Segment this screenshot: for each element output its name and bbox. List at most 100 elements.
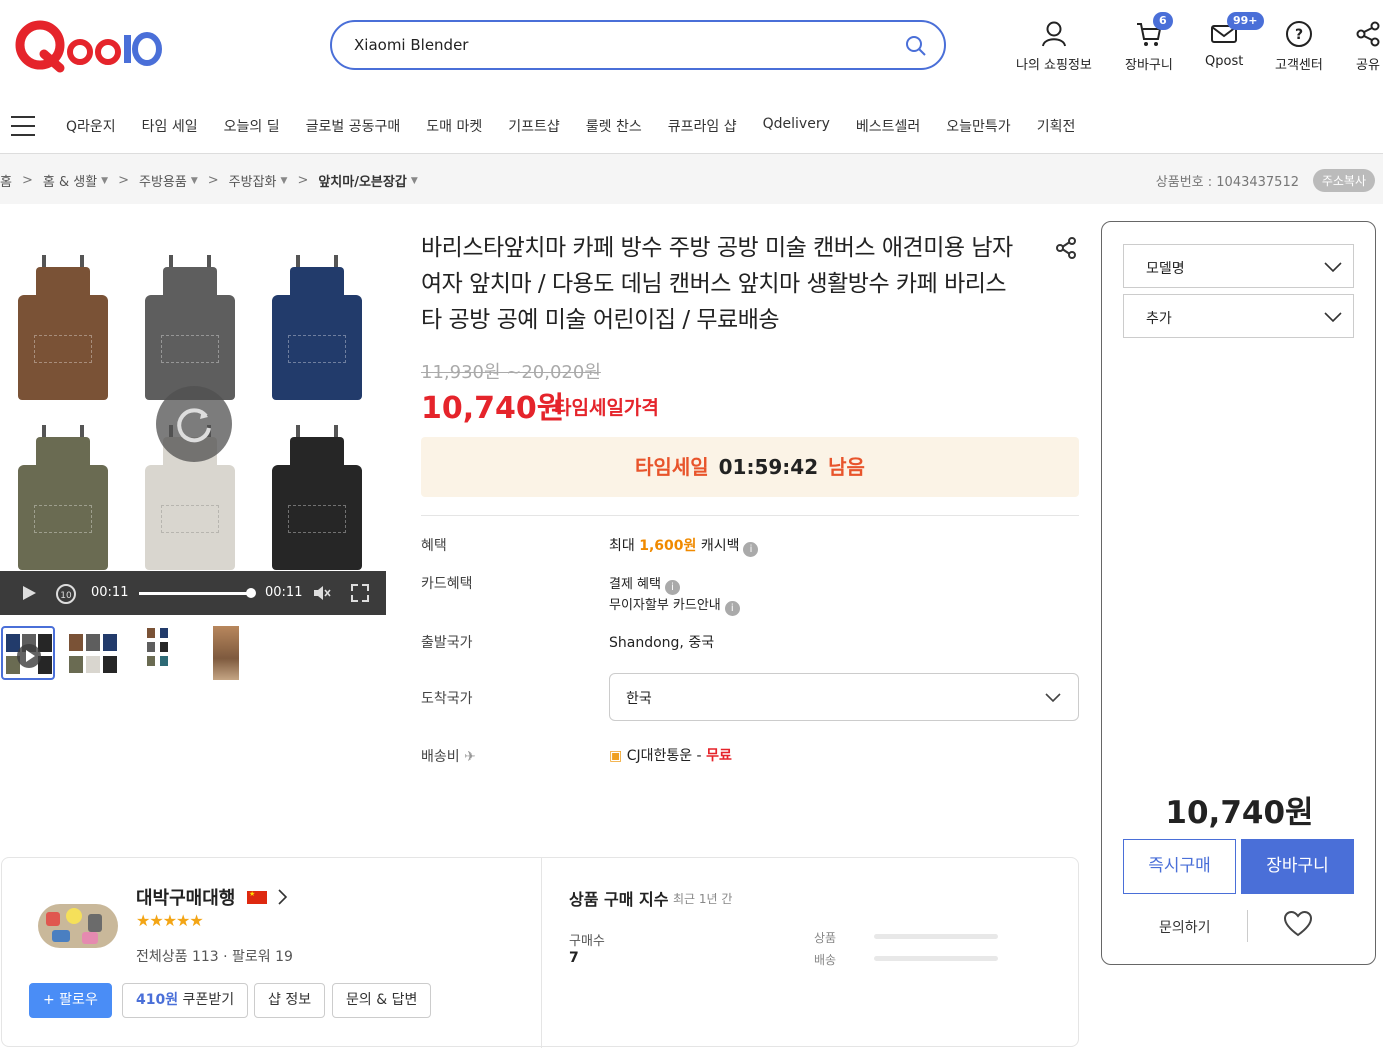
- product-score-bar: [874, 934, 998, 939]
- option-select-model[interactable]: 모델명: [1123, 244, 1354, 288]
- follow-button[interactable]: + 팔로우: [29, 983, 112, 1018]
- share-icon[interactable]: [1055, 236, 1077, 260]
- info-icon[interactable]: i: [724, 601, 740, 616]
- video-current-time: 00:11: [91, 585, 129, 600]
- thumbnail-4[interactable]: [199, 626, 253, 680]
- option-model-label: 모델명: [1146, 261, 1185, 277]
- nav-item-roulette[interactable]: 룰렛 찬스: [586, 116, 642, 136]
- breadcrumb-home-living[interactable]: 홈 & 생활: [43, 171, 97, 190]
- timesale-label: 타임세일: [635, 455, 709, 479]
- nav-item-qdelivery[interactable]: Qdelivery: [763, 116, 830, 136]
- airplane-icon: ✈: [464, 749, 476, 765]
- qna-button[interactable]: 문의 & 답변: [332, 983, 432, 1018]
- option-select-extra[interactable]: 추가: [1123, 294, 1354, 338]
- shipping-carrier: CJ대한통운 -: [626, 748, 707, 764]
- benefit-value: 최대 1,600원 캐시백 i: [609, 535, 759, 557]
- breadcrumb-apron[interactable]: 앞치마/오븐장갑: [318, 171, 406, 190]
- search-bar[interactable]: Xiaomi Blender: [330, 20, 946, 70]
- customer-center-button[interactable]: ? 고객센터: [1275, 20, 1323, 73]
- cart-count-badge: 6: [1153, 12, 1173, 30]
- product-title: 바리스타앞치마 카페 방수 주방 공방 미술 캔버스 애견미용 남자 여자 앞치…: [421, 235, 1013, 333]
- search-icon[interactable]: [904, 34, 928, 58]
- purchase-count-value: 7: [569, 950, 579, 966]
- nav-item-todays-deal[interactable]: 오늘의 딜: [224, 116, 280, 136]
- share-button[interactable]: 공유: [1355, 20, 1381, 73]
- benefit-prefix: 최대: [609, 538, 635, 554]
- video-progress-handle[interactable]: [246, 588, 256, 598]
- original-price: 11,930원 ~20,020원: [421, 362, 601, 383]
- breadcrumb-kitchen-misc[interactable]: 주방잡화: [229, 171, 277, 190]
- nav-item-timesale[interactable]: 타임 세일: [142, 116, 198, 136]
- video-progress-bar[interactable]: [139, 592, 251, 595]
- search-input[interactable]: Xiaomi Blender: [354, 36, 468, 54]
- chevron-right-icon[interactable]: [276, 888, 288, 906]
- nav-item-qlounge[interactable]: Q라운지: [66, 116, 116, 136]
- thumbnail-2[interactable]: [67, 626, 121, 680]
- benefit-label: 혜택: [421, 538, 447, 554]
- video-duration: 00:11: [265, 585, 303, 600]
- shipping-free: 무료: [706, 748, 732, 764]
- breadcrumb-home[interactable]: 홈: [0, 171, 12, 190]
- replay-button[interactable]: [156, 386, 232, 462]
- cart-button[interactable]: 장바구니 6: [1125, 12, 1173, 73]
- qpost-label: Qpost: [1205, 54, 1244, 69]
- apron-image-navy: [262, 255, 372, 400]
- coupon-label: 쿠폰받기: [178, 992, 235, 1008]
- coupon-amount: 410원: [136, 992, 179, 1008]
- my-shopping-button[interactable]: 나의 쇼핑정보: [1016, 20, 1092, 73]
- mute-icon[interactable]: [312, 584, 332, 602]
- nav-item-wholesale[interactable]: 도매 마켓: [426, 116, 482, 136]
- heart-icon[interactable]: [1283, 910, 1313, 938]
- option-extra-label: 추가: [1146, 311, 1172, 327]
- delivery-score-label: 배송: [814, 953, 837, 967]
- payment-benefit[interactable]: 결제 혜택 i: [609, 573, 680, 595]
- coupon-button[interactable]: 410원 쿠폰받기: [122, 983, 249, 1018]
- delivery-score-bar: [874, 956, 998, 961]
- copy-url-button[interactable]: 주소복사: [1312, 169, 1375, 192]
- qoo10-logo[interactable]: [14, 18, 164, 74]
- share-icon: [1356, 21, 1380, 47]
- divider: [541, 858, 542, 1048]
- destination-value: 한국: [626, 691, 652, 707]
- seller-avatar[interactable]: [38, 904, 118, 948]
- thumbnail-3[interactable]: [133, 626, 187, 680]
- share-label: 공유: [1356, 58, 1380, 73]
- installment-label: 무이자할부 카드안내: [609, 598, 721, 613]
- nav-item-bestseller[interactable]: 베스트셀러: [856, 116, 920, 136]
- header: Xiaomi Blender 나의 쇼핑정보 장바구니 6 Qpost 99+ …: [0, 0, 1383, 100]
- origin-value: Shandong, 중국: [609, 635, 715, 651]
- hamburger-menu-icon[interactable]: [11, 116, 35, 136]
- nav-item-qprime[interactable]: 큐프라임 샵: [668, 116, 737, 136]
- nav-item-today-special[interactable]: 오늘만특가: [946, 116, 1010, 136]
- caret-down-icon[interactable]: ▼: [191, 176, 198, 186]
- caret-down-icon[interactable]: ▼: [281, 176, 288, 186]
- svg-text:10: 10: [60, 591, 72, 601]
- nav-item-gift-shop[interactable]: 기프트샵: [508, 116, 560, 136]
- inquiry-button[interactable]: 문의하기: [1159, 917, 1211, 937]
- add-to-cart-button[interactable]: 장바구니: [1241, 839, 1354, 894]
- seller-stats: 전체상품 113 · 팔로워 19: [136, 949, 293, 965]
- fullscreen-icon[interactable]: [351, 584, 369, 602]
- play-icon[interactable]: [20, 584, 38, 602]
- buy-now-button[interactable]: 즉시구매: [1123, 839, 1236, 894]
- seller-name[interactable]: 대박구매대행: [136, 884, 235, 910]
- caret-down-icon[interactable]: ▼: [101, 176, 108, 186]
- user-icon: [1041, 21, 1066, 47]
- nav-item-global-group-buy[interactable]: 글로벌 공동구매: [306, 116, 401, 136]
- installment-card-guide[interactable]: 무이자할부 카드안내 i: [609, 594, 740, 616]
- payment-benefit-label: 결제 혜택: [609, 577, 661, 592]
- price-tag: 타임세일가격: [554, 397, 659, 419]
- rewind-10-icon[interactable]: 10: [54, 581, 78, 605]
- info-icon[interactable]: i: [664, 580, 680, 595]
- qpost-button[interactable]: Qpost 99+: [1205, 12, 1264, 69]
- shipping-label: 배송비 ✈: [421, 749, 476, 765]
- destination-select[interactable]: 한국: [609, 673, 1079, 721]
- shop-info-button[interactable]: 샵 정보: [254, 983, 326, 1018]
- nav-item-promotions[interactable]: 기획전: [1037, 116, 1076, 136]
- chevron-right-icon: >: [118, 173, 129, 188]
- breadcrumb-kitchenware[interactable]: 주방용품: [139, 171, 187, 190]
- thumbnail-video[interactable]: [1, 626, 55, 680]
- info-icon[interactable]: i: [743, 542, 759, 557]
- caret-down-icon[interactable]: ▼: [411, 176, 418, 186]
- purchase-count-label: 구매수: [569, 934, 605, 949]
